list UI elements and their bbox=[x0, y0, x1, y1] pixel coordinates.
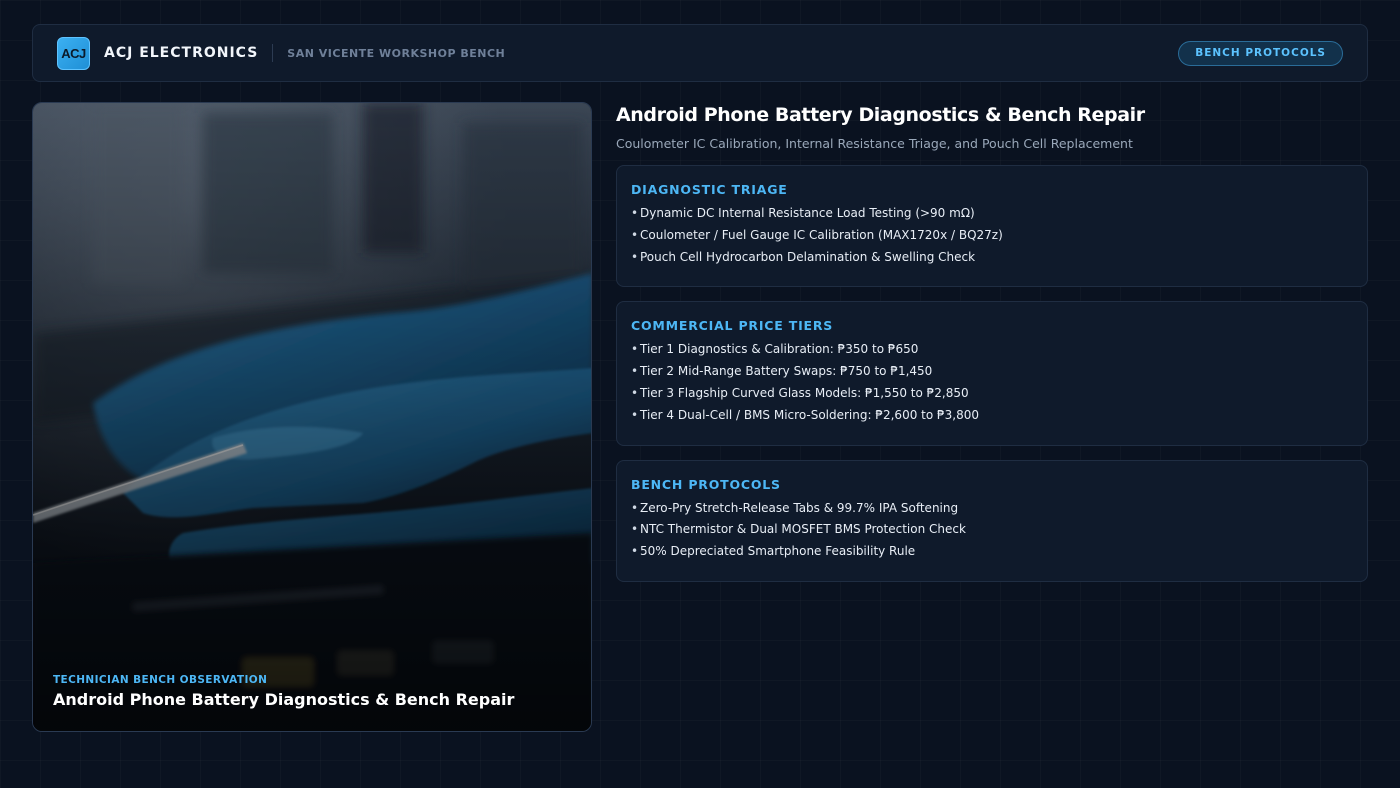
list-item-text: Dynamic DC Internal Resistance Load Test… bbox=[640, 206, 975, 220]
photo-title: Android Phone Battery Diagnostics & Benc… bbox=[53, 690, 515, 709]
photo-caption: TECHNICIAN BENCH OBSERVATION Android Pho… bbox=[53, 674, 514, 709]
list-item: • Tier 4 Dual-Cell / BMS Micro-Soldering:… bbox=[631, 405, 1353, 427]
header-divider bbox=[272, 44, 274, 62]
list-item: • Coulometer / Fuel Gauge IC Calibration … bbox=[631, 225, 1353, 247]
bench-photo-card: TECHNICIAN BENCH OBSERVATION Android Pho… bbox=[32, 102, 592, 732]
bench-photo-image bbox=[33, 103, 591, 731]
section-diagnostic-triage: DIAGNOSTIC TRIAGE • Dynamic DC Internal R… bbox=[616, 165, 1368, 288]
section-title: BENCH PROTOCOLS bbox=[631, 476, 781, 492]
section-title: DIAGNOSTIC TRIAGE bbox=[631, 182, 788, 197]
section-list: • Dynamic DC Internal Resistance Load Tes… bbox=[631, 203, 1353, 268]
list-item: • Tier 3 Flagship Curved Glass Models: ₱1… bbox=[631, 383, 1353, 405]
list-item-text: Tier 4 Dual-Cell / BMS Micro-Soldering: … bbox=[640, 407, 979, 422]
list-item: • Dynamic DC Internal Resistance Load Tes… bbox=[631, 203, 1353, 225]
brand-name: ACJ ELECTRONICS bbox=[104, 45, 259, 61]
list-item: • Zero-Pry Stretch-Release Tabs & 99.7% I… bbox=[631, 498, 1353, 520]
section-commercial-price-tiers: COMMERCIAL PRICE TIERS • Tier 1 Diagnosti… bbox=[616, 301, 1368, 446]
section-bench-protocols: BENCH PROTOCOLS • Zero-Pry Stretch-Releas… bbox=[616, 459, 1368, 582]
list-item-text: Pouch Cell Hydrocarbon Delamination & Sw… bbox=[640, 249, 976, 264]
top-header: ACJ ACJ ELECTRONICS SAN VICENTE WORKSHOP… bbox=[32, 24, 1368, 82]
photo-kicker: TECHNICIAN BENCH OBSERVATION bbox=[53, 674, 268, 686]
list-item: • Pouch Cell Hydrocarbon Delamination & S… bbox=[631, 247, 1353, 269]
list-item-text: Zero-Pry Stretch-Release Tabs & 99.7% IP… bbox=[640, 500, 959, 515]
list-item: • NTC Thermistor & Dual MOSFET BMS Protec… bbox=[631, 519, 1353, 541]
list-item-text: NTC Thermistor & Dual MOSFET BMS Protect… bbox=[640, 522, 966, 537]
section-list: • Zero-Pry Stretch-Release Tabs & 99.7% I… bbox=[631, 498, 1353, 563]
list-item: • Tier 2 Mid-Range Battery Swaps: ₱750 to… bbox=[631, 361, 1353, 383]
list-item: • Tier 1 Diagnostics & Calibration: ₱350 … bbox=[631, 339, 1353, 361]
page-subtitle: Coulometer IC Calibration, Internal Resi… bbox=[616, 136, 1133, 151]
list-item: • 50% Depreciated Smartphone Feasibility … bbox=[631, 541, 1353, 563]
list-item-text: Tier 2 Mid-Range Battery Swaps: ₱750 to … bbox=[640, 364, 933, 379]
section-title: COMMERCIAL PRICE TIERS bbox=[631, 318, 834, 334]
list-item-text: 50% Depreciated Smartphone Feasibility R… bbox=[640, 544, 916, 559]
bench-protocols-button[interactable]: BENCH PROTOCOLS bbox=[1178, 40, 1343, 66]
brand-logo[interactable]: ACJ bbox=[57, 36, 90, 70]
list-item-text: Tier 3 Flagship Curved Glass Models: ₱1,… bbox=[640, 385, 969, 400]
workshop-location: SAN VICENTE WORKSHOP BENCH bbox=[287, 46, 506, 60]
list-item-text: Tier 1 Diagnostics & Calibration: ₱350 t… bbox=[640, 342, 919, 357]
section-list: • Tier 1 Diagnostics & Calibration: ₱350 … bbox=[631, 339, 1353, 426]
page-title: Android Phone Battery Diagnostics & Benc… bbox=[616, 104, 1145, 126]
list-item-text: Coulometer / Fuel Gauge IC Calibration (… bbox=[640, 227, 1003, 242]
content-column: Android Phone Battery Diagnostics & Benc… bbox=[616, 102, 1368, 582]
